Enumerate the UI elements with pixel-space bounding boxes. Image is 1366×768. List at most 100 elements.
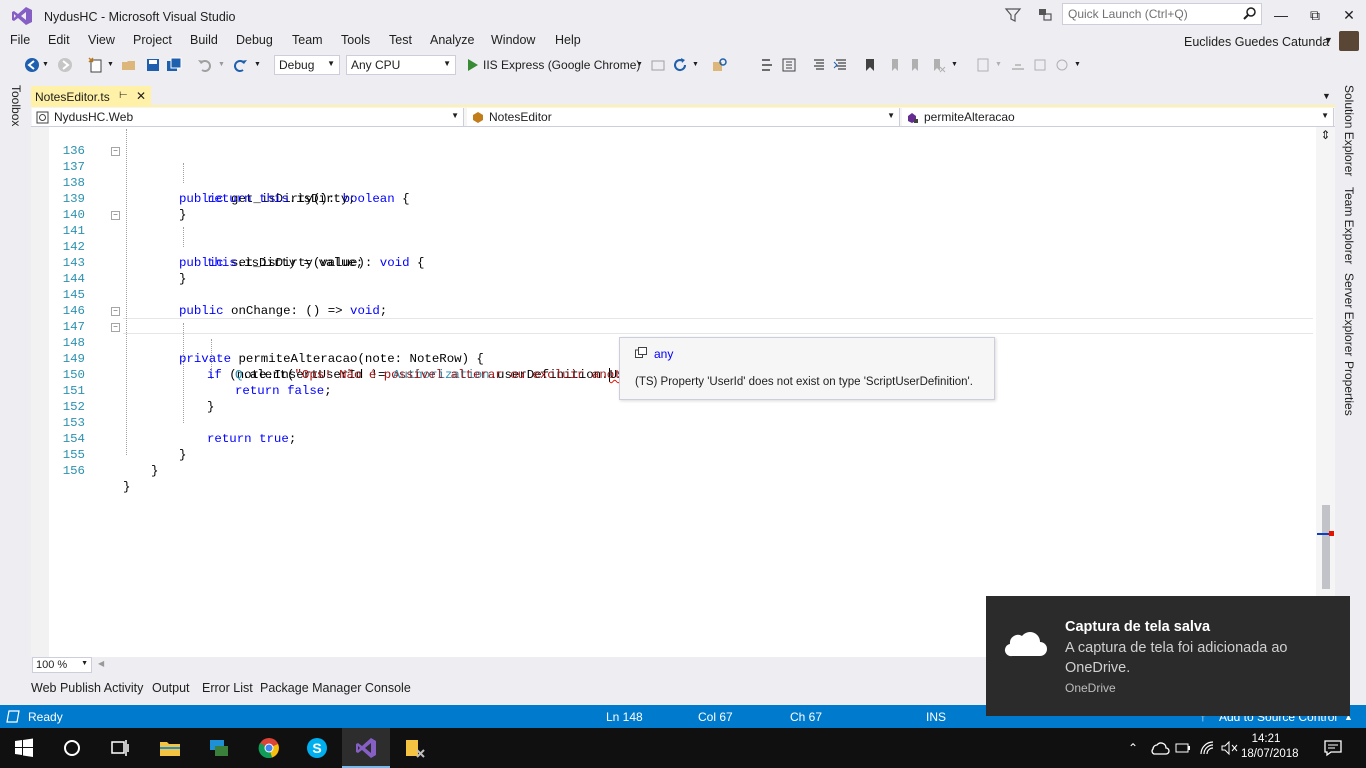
start-debugging-icon[interactable] xyxy=(465,57,481,73)
sql-server-icon[interactable] xyxy=(403,736,427,760)
tab-web-publish-activity[interactable]: Web Publish Activity xyxy=(31,681,143,695)
notifications-filter-icon[interactable] xyxy=(1004,6,1022,24)
scroll-left-icon[interactable]: ◀ xyxy=(98,659,104,668)
find-in-files-icon[interactable] xyxy=(712,57,728,73)
collapse-icon[interactable]: − xyxy=(111,147,120,156)
chrome-icon[interactable] xyxy=(257,736,281,760)
menu-file[interactable]: File xyxy=(10,33,30,47)
deploy-icon[interactable] xyxy=(1032,57,1048,73)
split-window-icon[interactable]: ⇕ xyxy=(1319,129,1332,142)
onedrive-tray-icon[interactable] xyxy=(1150,740,1170,756)
restore-button[interactable]: ⧉ xyxy=(1298,4,1332,26)
collapse-icon[interactable]: − xyxy=(111,323,120,332)
action-center-icon[interactable] xyxy=(1323,739,1343,757)
menu-help[interactable]: Help xyxy=(555,33,581,47)
pin-icon[interactable]: ⊢ xyxy=(119,90,128,101)
scrollbar-thumb[interactable] xyxy=(1322,505,1330,589)
server-explorer-tab[interactable]: Server Explorer xyxy=(1342,273,1356,356)
solution-platform-select[interactable]: Any CPU ▼ xyxy=(346,55,456,75)
comment-out-icon[interactable] xyxy=(811,57,827,73)
solution-explorer-tab[interactable]: Solution Explorer xyxy=(1342,85,1356,176)
visual-studio-icon[interactable] xyxy=(354,736,378,760)
remote-desktop-icon[interactable] xyxy=(207,736,231,760)
quick-launch-input[interactable]: Quick Launch (Ctrl+Q) xyxy=(1062,3,1262,25)
toolbox-tab[interactable]: Toolbox xyxy=(9,85,23,126)
open-file-icon[interactable] xyxy=(121,57,137,73)
menu-project[interactable]: Project xyxy=(133,33,172,47)
next-bookmark-icon[interactable] xyxy=(908,57,924,73)
menu-debug[interactable]: Debug xyxy=(236,33,273,47)
properties-tab[interactable]: Properties xyxy=(1342,361,1356,416)
avatar[interactable] xyxy=(1339,31,1359,51)
browser-link-icon[interactable] xyxy=(650,57,666,73)
collapse-icon[interactable]: − xyxy=(111,211,120,220)
previous-bookmark-icon[interactable] xyxy=(886,57,902,73)
undo-icon[interactable] xyxy=(197,57,213,73)
refresh-icon[interactable] xyxy=(672,57,688,73)
copy-icon[interactable] xyxy=(635,347,647,358)
step-over-icon[interactable] xyxy=(781,57,797,73)
onedrive-notification[interactable]: Captura de tela salva A captura de tela … xyxy=(986,596,1350,716)
menu-tools[interactable]: Tools xyxy=(341,33,370,47)
menu-window[interactable]: Window xyxy=(491,33,535,47)
battery-icon[interactable] xyxy=(1175,741,1191,755)
output-window-icon[interactable] xyxy=(6,710,20,723)
toolbar-overflow-icon[interactable]: ▼ xyxy=(951,61,967,77)
minimize-button[interactable]: — xyxy=(1264,4,1298,26)
chevron-down-icon[interactable]: ▼ xyxy=(1324,35,1333,45)
new-project-icon[interactable] xyxy=(88,57,104,73)
member-select[interactable]: permiteAlteracao ▼ xyxy=(902,108,1334,126)
chevron-down-icon[interactable]: ▼ xyxy=(42,61,58,77)
user-name[interactable]: Euclides Guedes Catunda xyxy=(1184,35,1329,49)
bookmark-icon[interactable] xyxy=(862,57,878,73)
chevron-down-icon[interactable]: ▼ xyxy=(692,61,708,77)
error-marker[interactable] xyxy=(1329,531,1334,536)
menu-analyze[interactable]: Analyze xyxy=(430,33,474,47)
tab-notes-editor[interactable]: NotesEditor.ts ⊢ ✕ xyxy=(31,86,151,106)
step-into-icon[interactable] xyxy=(760,57,776,73)
save-icon[interactable] xyxy=(145,57,161,73)
team-explorer-tab[interactable]: Team Explorer xyxy=(1342,187,1356,264)
platform-value: Any CPU xyxy=(351,58,401,72)
task-view-icon[interactable] xyxy=(108,736,132,760)
navigate-forward-icon[interactable] xyxy=(57,57,73,73)
menu-edit[interactable]: Edit xyxy=(48,33,70,47)
uncomment-icon[interactable] xyxy=(833,57,849,73)
run-target-button[interactable]: IIS Express (Google Chrome) xyxy=(483,58,640,72)
toolbar-overflow-icon[interactable]: ▼ xyxy=(1074,61,1090,77)
clear-bookmarks-icon[interactable] xyxy=(930,57,946,73)
save-all-icon[interactable] xyxy=(166,57,182,73)
chevron-up-icon[interactable]: ⌃ xyxy=(1128,741,1138,755)
feedback-icon[interactable] xyxy=(1036,6,1054,24)
windows-start-icon[interactable] xyxy=(12,736,36,760)
attach-icon[interactable] xyxy=(1054,57,1070,73)
tab-package-manager-console[interactable]: Package Manager Console xyxy=(260,681,411,695)
tab-output[interactable]: Output xyxy=(152,681,190,695)
project-select[interactable]: NydusHC.Web ▼ xyxy=(32,108,464,126)
tab-error-list[interactable]: Error List xyxy=(202,681,253,695)
menu-test[interactable]: Test xyxy=(389,33,412,47)
wifi-icon[interactable] xyxy=(1199,740,1215,756)
menu-team[interactable]: Team xyxy=(292,33,323,47)
tab-overflow-icon[interactable]: ▼ xyxy=(1322,91,1331,101)
chevron-down-icon[interactable]: ▼ xyxy=(995,61,1011,77)
close-icon[interactable]: ✕ xyxy=(136,89,146,103)
new-item-icon[interactable] xyxy=(975,57,991,73)
skype-icon[interactable]: S xyxy=(305,736,329,760)
navigate-back-icon[interactable] xyxy=(24,57,40,73)
file-explorer-icon[interactable] xyxy=(158,736,182,760)
collapse-icon[interactable]: − xyxy=(111,307,120,316)
redo-icon[interactable] xyxy=(232,57,248,73)
menu-build[interactable]: Build xyxy=(190,33,218,47)
cortana-search-icon[interactable] xyxy=(60,736,84,760)
taskbar-clock[interactable]: 14:21 18/07/2018 xyxy=(1241,732,1299,762)
chevron-down-icon[interactable]: ▼ xyxy=(636,61,643,68)
zoom-select[interactable]: 100 % ▼ xyxy=(32,657,92,673)
remote-tool-icon[interactable] xyxy=(1010,57,1026,73)
close-window-button[interactable]: ✕ xyxy=(1332,4,1366,26)
type-select[interactable]: NotesEditor ▼ xyxy=(467,108,900,126)
solution-configuration-select[interactable]: Debug ▼ xyxy=(274,55,340,75)
menu-view[interactable]: View xyxy=(88,33,115,47)
volume-muted-icon[interactable] xyxy=(1220,740,1238,756)
chevron-down-icon[interactable]: ▼ xyxy=(254,61,270,77)
